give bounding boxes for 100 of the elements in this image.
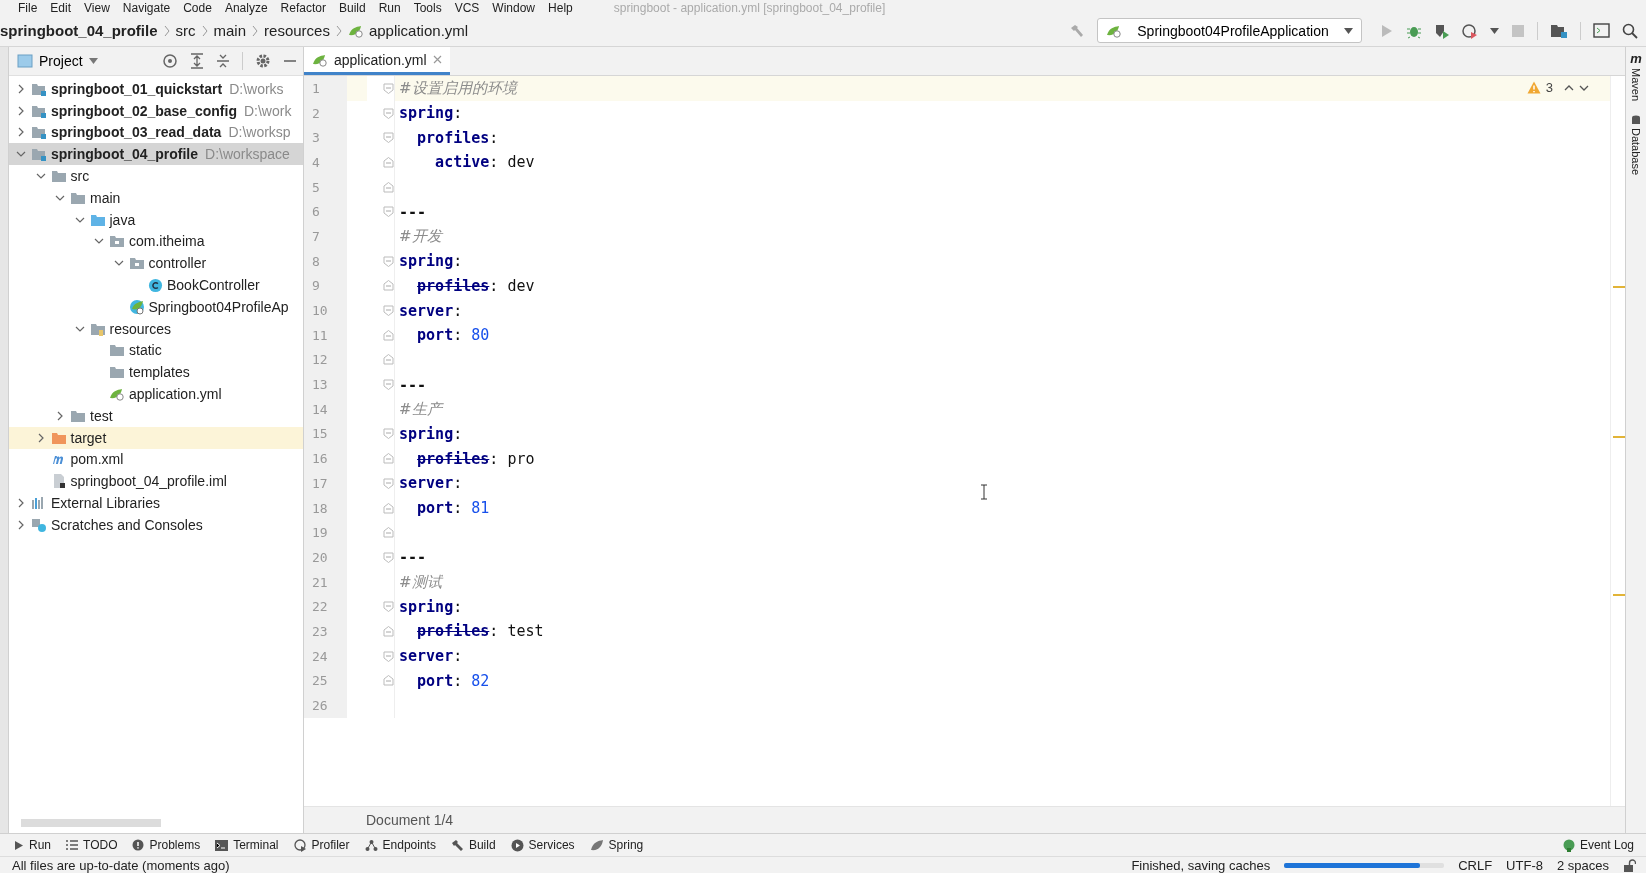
fold-marker-icon[interactable]	[383, 379, 394, 391]
tree-item[interactable]: src	[9, 165, 303, 187]
warning-icon[interactable]	[1526, 81, 1541, 94]
chevron-down-icon[interactable]	[1579, 83, 1589, 92]
tool-window-button[interactable]: Services	[510, 838, 575, 852]
terminal-window-icon[interactable]	[1593, 23, 1610, 38]
tree-item[interactable]: springboot_02_base_config D:\work	[9, 99, 303, 122]
tree-item[interactable]: templates	[9, 361, 303, 384]
chevron-right-icon[interactable]	[16, 105, 26, 116]
chevron-right-icon[interactable]	[16, 83, 26, 94]
tree-item[interactable]: com.itheima	[9, 230, 303, 253]
line-separator[interactable]: CRLF	[1458, 857, 1493, 873]
fold-marker-icon[interactable]	[383, 601, 394, 613]
coverage-icon[interactable]	[1434, 22, 1450, 39]
tree-item[interactable]: External Libraries	[9, 492, 303, 514]
tree-item[interactable]: test	[9, 404, 303, 427]
close-icon[interactable]	[432, 55, 442, 64]
fold-marker-icon[interactable]	[383, 551, 394, 563]
tool-window-button[interactable]: Endpoints	[364, 838, 436, 852]
menu-item[interactable]: Tools	[413, 0, 442, 15]
tool-window-button[interactable]: TODO	[66, 838, 118, 852]
breadcrumb[interactable]: application.yml	[368, 22, 469, 39]
breadcrumb[interactable]: main	[213, 22, 247, 39]
tree-item[interactable]: springboot_04_profile D:\workspace	[9, 143, 303, 166]
tool-window-button[interactable]: Problems	[132, 838, 201, 852]
fold-marker-icon[interactable]	[383, 305, 394, 317]
fold-end-marker-icon[interactable]	[383, 354, 394, 366]
document-indicator[interactable]: Document 1/4	[366, 812, 454, 828]
event-log-button[interactable]: Event Log	[1562, 838, 1634, 852]
fold-end-marker-icon[interactable]	[383, 329, 394, 341]
background-task-label[interactable]: Finished, saving caches	[1131, 857, 1271, 873]
expand-all-icon[interactable]	[190, 53, 204, 69]
stop-icon[interactable]	[1511, 23, 1525, 38]
chevron-right-icon[interactable]	[16, 127, 26, 138]
warning-marker[interactable]	[1613, 286, 1625, 288]
menu-item[interactable]: Edit	[50, 0, 72, 15]
fold-marker-icon[interactable]	[383, 107, 394, 119]
tree-item[interactable]: controller	[9, 252, 303, 275]
tool-window-button[interactable]: Build	[450, 838, 496, 852]
search-icon[interactable]	[1622, 22, 1638, 39]
tree-item[interactable]: java	[9, 208, 303, 231]
fold-end-marker-icon[interactable]	[383, 280, 394, 292]
fold-end-marker-icon[interactable]	[383, 527, 394, 539]
fold-marker-icon[interactable]	[383, 428, 394, 440]
menu-item[interactable]: File	[18, 0, 38, 15]
breadcrumb[interactable]: src	[175, 22, 196, 39]
scrollbar[interactable]	[21, 819, 161, 827]
tool-window-button[interactable]: Spring	[589, 838, 644, 852]
menu-item[interactable]: Refactor	[280, 0, 326, 15]
indent-setting[interactable]: 2 spaces	[1556, 857, 1609, 873]
fold-marker-icon[interactable]	[383, 132, 394, 144]
menu-item[interactable]: Window	[492, 0, 536, 15]
run-icon[interactable]	[1380, 22, 1394, 39]
fold-end-marker-icon[interactable]	[383, 181, 394, 193]
fold-end-marker-icon[interactable]	[383, 675, 394, 687]
file-encoding[interactable]: UTF-8	[1506, 857, 1543, 873]
unlocked-icon[interactable]	[1623, 858, 1636, 872]
tool-window-button[interactable]: Profiler	[293, 838, 350, 852]
menu-item[interactable]: View	[84, 0, 110, 15]
project-structure-icon[interactable]	[1550, 22, 1568, 39]
fold-marker-icon[interactable]	[383, 255, 394, 267]
tree-item[interactable]: BookController	[9, 274, 303, 296]
tree-item[interactable]: springboot_03_read_data D:\worksp	[9, 121, 303, 144]
menu-item[interactable]: Run	[378, 0, 401, 15]
menu-item[interactable]: Navigate	[122, 0, 171, 15]
menu-item[interactable]: VCS	[454, 0, 480, 15]
chevron-up-icon[interactable]	[1564, 83, 1574, 92]
fold-end-marker-icon[interactable]	[383, 502, 394, 514]
tree-item[interactable]: target	[9, 426, 303, 449]
profiler-icon[interactable]	[1462, 22, 1478, 39]
tree-item[interactable]: resources	[9, 317, 303, 340]
fold-marker-icon[interactable]	[383, 206, 394, 218]
menu-item[interactable]: Code	[183, 0, 212, 15]
fold-end-marker-icon[interactable]	[383, 156, 394, 168]
tree-item[interactable]: pom.xml	[9, 448, 303, 471]
tree-item[interactable]: main	[9, 187, 303, 209]
hammer-icon[interactable]	[1069, 22, 1085, 39]
tree-item[interactable]: Springboot04ProfileAp	[9, 295, 303, 318]
caret-icon[interactable]	[1490, 27, 1499, 34]
target-icon[interactable]	[162, 53, 178, 69]
menu-item[interactable]: Build	[338, 0, 366, 15]
menu-item[interactable]: Analyze	[224, 0, 268, 15]
tool-window-button[interactable]: Run	[14, 838, 51, 852]
warning-marker[interactable]	[1613, 436, 1625, 438]
chevron-right-icon[interactable]	[16, 498, 26, 509]
tree-item[interactable]: static	[9, 339, 303, 362]
project-view-dropdown[interactable]: Project	[15, 51, 100, 71]
breadcrumb[interactable]: resources	[264, 22, 330, 39]
tool-window-button[interactable]: Terminal	[215, 838, 279, 852]
side-tool-tab[interactable]: m Maven	[1630, 51, 1642, 102]
chevron-right-icon[interactable]	[16, 519, 26, 530]
fold-marker-icon[interactable]	[383, 477, 394, 489]
breadcrumb[interactable]: springboot_04_profile	[0, 22, 158, 39]
tree-item[interactable]: springboot_04_profile.iml	[9, 470, 303, 493]
side-tool-tab[interactable]: Database	[1630, 115, 1642, 176]
editor-tab[interactable]: application.yml	[304, 47, 450, 75]
run-configuration-dropdown[interactable]: Springboot04ProfileApplication	[1097, 18, 1362, 43]
fold-end-marker-icon[interactable]	[383, 453, 394, 465]
tree-item[interactable]: application.yml	[9, 383, 303, 405]
fold-marker-icon[interactable]	[383, 82, 394, 94]
